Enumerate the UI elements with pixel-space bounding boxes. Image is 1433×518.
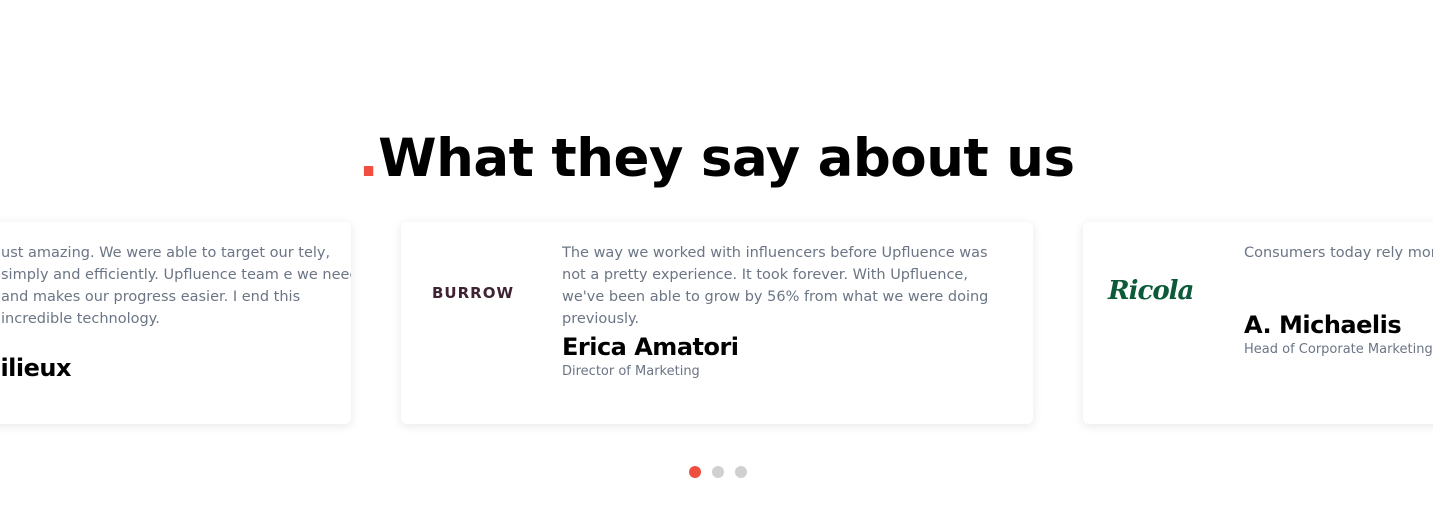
testimonial-author-name: Erica Amatori <box>562 333 739 361</box>
testimonial-author-role: Head of Corporate Marketing <box>1244 342 1433 357</box>
carousel-dot-3[interactable] <box>735 466 747 478</box>
section-heading: .What they say about us <box>0 124 1433 194</box>
carousel-dot-1[interactable] <box>689 466 701 478</box>
testimonial-card: ust amazing. We were able to target our … <box>0 222 351 424</box>
testimonial-card: Ricola Consumers today rely more they pl… <box>1083 222 1433 424</box>
testimonial-card: BURROW The way we worked with influencer… <box>401 222 1033 424</box>
testimonial-author-name: llilieux <box>0 354 71 382</box>
testimonial-quote: Consumers today rely more they place the… <box>1244 245 1433 261</box>
ricola-logo: Ricola <box>1108 276 1194 306</box>
testimonial-quote: ust amazing. We were able to target our … <box>1 245 351 327</box>
carousel-dot-2[interactable] <box>712 466 724 478</box>
testimonial-author-name: A. Michaelis <box>1244 311 1402 339</box>
heading-accent-dot: . <box>358 127 379 189</box>
burrow-logo: BURROW <box>432 284 515 302</box>
testimonial-quote: The way we worked with influencers befor… <box>562 245 989 327</box>
heading-text: What they say about us <box>378 127 1075 189</box>
carousel-pagination <box>689 466 747 478</box>
company-logo: Ricola <box>1083 222 1223 424</box>
testimonial-author-role: Director of Marketing <box>562 364 700 379</box>
testimonials-section: .What they say about us ust amazing. We … <box>0 0 1433 518</box>
company-logo: BURROW <box>401 222 541 424</box>
